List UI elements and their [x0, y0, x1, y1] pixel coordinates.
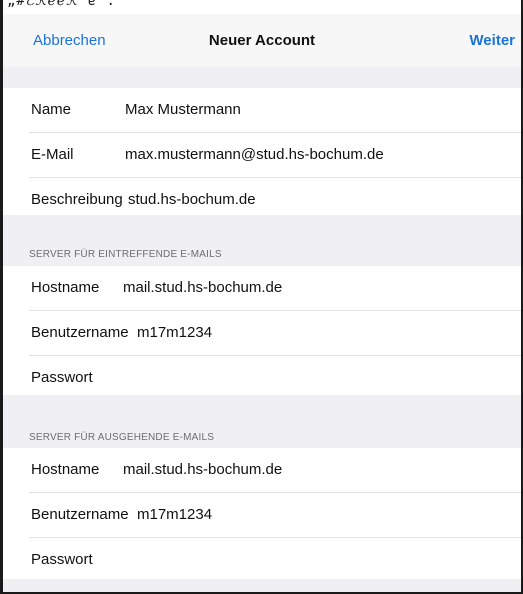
outgoing-section-gap: SERVER FÜR AUSGEHENDE E-MAILS	[3, 395, 521, 448]
outgoing-hostname-field[interactable]	[123, 461, 503, 478]
incoming-username-field[interactable]	[137, 324, 497, 341]
outgoing-server-group: Hostname Benutzername Passwort	[3, 448, 521, 579]
page-title: Neuer Account	[208, 32, 316, 49]
outgoing-hostname-label: Hostname	[31, 461, 100, 478]
outgoing-username-label: Benutzername	[31, 506, 129, 523]
name-field[interactable]	[125, 101, 505, 118]
description-field[interactable]	[128, 191, 508, 208]
email-label: E-Mail	[31, 146, 74, 163]
name-label: Name	[31, 101, 72, 118]
top-strip-text: „#ℰℛℯℯℛ ɐ .	[7, 0, 116, 9]
incoming-hostname-label: Hostname	[31, 279, 100, 296]
section-gap	[3, 67, 521, 88]
outgoing-username-row[interactable]: Benutzername	[29, 493, 521, 538]
outgoing-password-field[interactable]	[137, 551, 497, 568]
outgoing-username-field[interactable]	[137, 506, 497, 523]
outgoing-password-row[interactable]: Passwort	[29, 538, 521, 582]
bottom-gap	[3, 579, 521, 592]
incoming-password-label: Passwort	[31, 369, 93, 386]
email-field[interactable]	[125, 146, 505, 163]
next-button[interactable]: Weiter	[469, 32, 515, 50]
top-strip: „#ℰℛℯℯℛ ɐ .	[3, 0, 521, 14]
incoming-username-label: Benutzername	[31, 324, 129, 341]
incoming-hostname-row[interactable]: Hostname	[29, 266, 521, 311]
incoming-server-header: SERVER FÜR EINTREFFENDE E-MAILS	[29, 249, 222, 260]
outgoing-password-label: Passwort	[31, 551, 93, 568]
description-label: Beschreibung	[31, 191, 123, 208]
screenshot-frame: „#ℰℛℯℯℛ ɐ . Abbrechen Neuer Account Weit…	[0, 0, 523, 594]
navigation-bar: Abbrechen Neuer Account Weiter	[3, 14, 521, 68]
outgoing-hostname-row[interactable]: Hostname	[29, 448, 521, 493]
incoming-server-group: Hostname Benutzername Passwort	[3, 266, 521, 395]
outgoing-server-header: SERVER FÜR AUSGEHENDE E-MAILS	[29, 432, 215, 443]
incoming-password-row[interactable]: Passwort	[29, 356, 521, 400]
account-info-group: Name E-Mail Beschreibung	[3, 88, 521, 215]
email-row[interactable]: E-Mail	[29, 133, 521, 178]
incoming-password-field[interactable]	[137, 369, 497, 386]
incoming-hostname-field[interactable]	[123, 279, 503, 296]
incoming-username-row[interactable]: Benutzername	[29, 311, 521, 356]
name-row[interactable]: Name	[29, 88, 521, 133]
